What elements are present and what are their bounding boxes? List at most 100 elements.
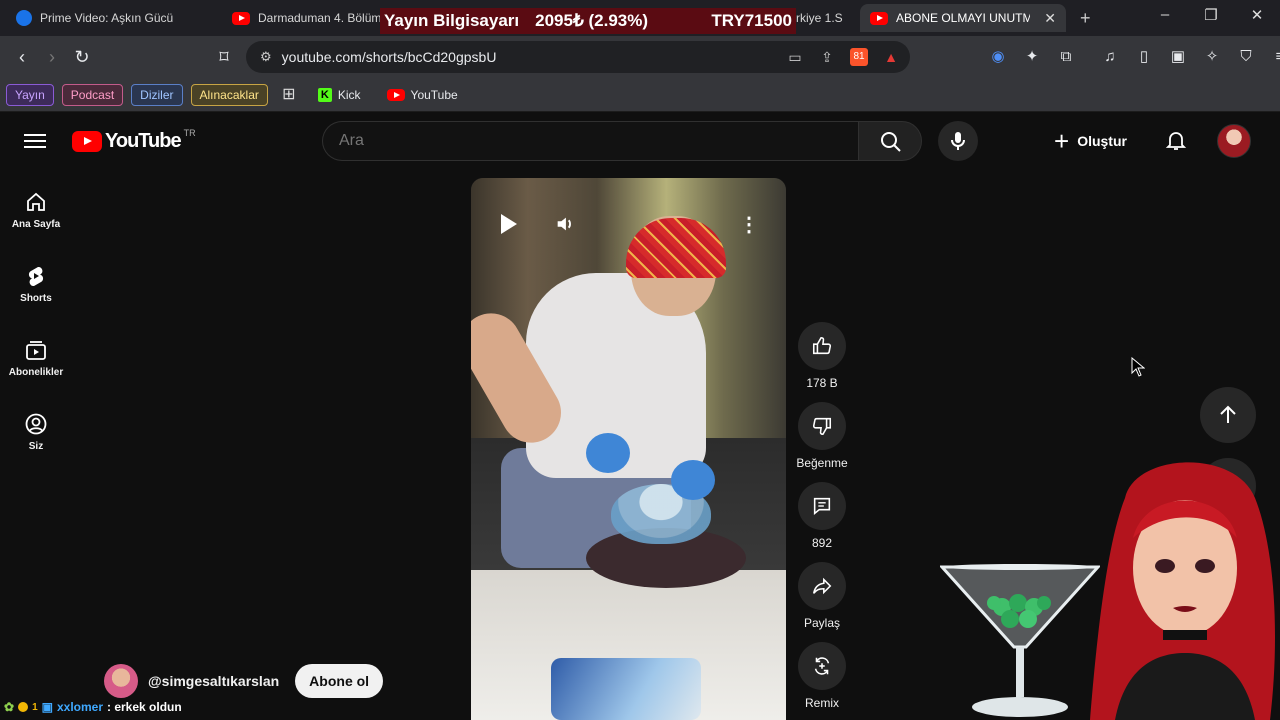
- comments-button[interactable]: [798, 482, 846, 530]
- forward-icon[interactable]: ›: [40, 45, 64, 69]
- url-text[interactable]: youtube.com/shorts/bcCd20gpsbU: [282, 49, 497, 65]
- guide-label: Shorts: [20, 293, 52, 304]
- bookmark-folder-yayin[interactable]: Yayın: [6, 83, 54, 106]
- create-button[interactable]: + Oluştur: [1054, 125, 1127, 157]
- notifications-bell-icon[interactable]: [1164, 128, 1188, 152]
- guide-menu-icon[interactable]: [24, 130, 46, 152]
- extensions-icon[interactable]: ✦: [1022, 47, 1042, 67]
- comments-action: 892: [796, 482, 848, 550]
- guide-item-home[interactable]: Ana Sayfa: [0, 180, 72, 254]
- arrow-up-icon: [1220, 405, 1236, 423]
- screenshot-icon[interactable]: ⧉: [1056, 47, 1076, 67]
- guide-item-subscriptions[interactable]: Abonelikler: [0, 328, 72, 402]
- guide-label: Ana Sayfa: [11, 219, 61, 230]
- leo-ai-icon[interactable]: ✧: [1202, 47, 1222, 67]
- shazam-icon[interactable]: ◉: [988, 47, 1008, 67]
- chat-username: xxlomer: [56, 700, 103, 714]
- guide-item-shorts[interactable]: Shorts: [0, 254, 72, 328]
- comment-count: 892: [811, 536, 833, 550]
- stream-donation-banner: Yayın Bilgisayarı 2095₺ (2.93%) TRY71500: [380, 8, 796, 34]
- tab-abone-olmayi-unutma[interactable]: ABONE OLMAYI UNUTMA ✕: [860, 4, 1066, 32]
- reload-icon[interactable]: ↻: [70, 45, 94, 69]
- channel-avatar[interactable]: [104, 664, 138, 698]
- dislike-button[interactable]: [798, 402, 846, 450]
- like-action: 178 B: [796, 322, 848, 390]
- bookmark-label: Kick: [337, 87, 361, 102]
- subscribe-button[interactable]: Abone ol: [295, 664, 384, 698]
- bookmark-folder-alinacaklar[interactable]: Alınacaklar: [190, 83, 268, 106]
- guide-item-you[interactable]: Siz: [0, 402, 72, 476]
- logo-text: YouTube: [105, 130, 182, 152]
- youtube-play-icon: [72, 131, 102, 152]
- mic-icon: [951, 132, 965, 150]
- minimize-icon[interactable]: –: [1150, 6, 1180, 23]
- volume-button[interactable]: [547, 206, 583, 242]
- voice-search-button[interactable]: [938, 121, 978, 161]
- tab-turkiye[interactable]: rkiye 1.S: [792, 4, 852, 32]
- site-info-icon[interactable]: ⚙: [260, 49, 272, 65]
- channel-handle[interactable]: @simgesaltıkarslan: [148, 673, 279, 689]
- share-icon: [812, 577, 832, 595]
- browser-toolbar: ‹ › ↻ ⌑ ⚙ youtube.com/shorts/bcCd20gpsbU…: [0, 36, 1280, 78]
- guide-label: Abonelikler: [8, 367, 64, 378]
- address-bar[interactable]: ⚙ youtube.com/shorts/bcCd20gpsbU ▭ ⇪ 81 …: [246, 41, 910, 73]
- close-tab-icon[interactable]: ✕: [1044, 10, 1056, 27]
- region-code: TR: [183, 127, 196, 138]
- bookmark-kick[interactable]: K Kick: [317, 87, 361, 102]
- share-label: Paylaş: [803, 616, 841, 630]
- apps-grid-icon[interactable]: ⊞: [280, 86, 298, 104]
- brave-shields-icon[interactable]: 81: [850, 48, 868, 66]
- menu-icon[interactable]: ≡: [1270, 47, 1280, 67]
- cast-icon[interactable]: ▭: [786, 48, 804, 66]
- banner-goal: TRY71500: [711, 11, 792, 30]
- shorts-icon: [28, 266, 44, 287]
- share-page-icon[interactable]: ⇪: [818, 48, 836, 66]
- new-tab-icon[interactable]: +: [1080, 8, 1091, 29]
- video-frame-glove: [586, 433, 630, 473]
- youtube-icon: [870, 11, 888, 25]
- prime-video-icon: [16, 10, 32, 26]
- play-button[interactable]: [489, 206, 525, 242]
- vpn-icon[interactable]: ⛉: [1236, 47, 1256, 67]
- tab-prime-video[interactable]: Prime Video: Aşkın Gücü: [6, 4, 206, 32]
- bookmark-icon[interactable]: ⌑: [212, 45, 236, 69]
- subscriptions-icon: [26, 341, 46, 360]
- youtube-masthead: YouTube TR + Oluştur: [0, 112, 1280, 170]
- chat-sub-badge-icon: [18, 702, 29, 712]
- youtube-logo[interactable]: YouTube TR: [72, 127, 196, 153]
- like-count: 178 B: [806, 376, 838, 390]
- banner-amount: 2095₺ (2.93%): [535, 11, 649, 30]
- share-button[interactable]: [798, 562, 846, 610]
- sidebar-icon[interactable]: ▯: [1134, 47, 1154, 67]
- youtube-icon: [386, 88, 405, 101]
- more-options-icon[interactable]: ⋮: [731, 206, 767, 242]
- bookmark-youtube[interactable]: YouTube: [386, 88, 458, 102]
- back-icon[interactable]: ‹: [10, 45, 34, 69]
- search-icon: [881, 132, 901, 152]
- chat-text: : erkek oldun: [107, 700, 182, 714]
- plus-icon: +: [1054, 126, 1070, 156]
- search-input[interactable]: [322, 121, 858, 161]
- guide-label: Siz: [28, 441, 44, 452]
- shorts-action-bar: 178 B Beğenme 892 Paylaş Remix: [796, 322, 848, 720]
- media-icon[interactable]: ♫: [1100, 47, 1120, 67]
- close-window-icon[interactable]: ✕: [1242, 6, 1272, 24]
- search-button[interactable]: [858, 121, 922, 161]
- previous-short-button[interactable]: [1200, 387, 1256, 443]
- youtube-icon: [232, 11, 250, 25]
- tab-darmaduman[interactable]: Darmaduman 4. Bölüm: [222, 4, 382, 32]
- account-avatar[interactable]: [1217, 124, 1251, 158]
- wallet-icon[interactable]: ▣: [1168, 47, 1188, 67]
- create-label: Oluştur: [1077, 133, 1127, 149]
- bookmark-folder-diziler[interactable]: Diziler: [131, 83, 183, 106]
- restore-icon[interactable]: ❐: [1196, 6, 1226, 24]
- brave-rewards-icon[interactable]: ▲: [882, 48, 900, 66]
- kick-icon: K: [317, 87, 332, 102]
- remix-action: Remix: [796, 642, 848, 710]
- remix-button[interactable]: [798, 642, 846, 690]
- like-button[interactable]: [798, 322, 846, 370]
- mini-guide: Ana Sayfa Shorts Abonelikler Siz: [0, 180, 72, 476]
- tab-title: rkiye 1.S: [796, 11, 843, 25]
- bookmark-folder-podcast[interactable]: Podcast: [61, 83, 124, 106]
- short-video-player[interactable]: ⋮: [471, 178, 786, 720]
